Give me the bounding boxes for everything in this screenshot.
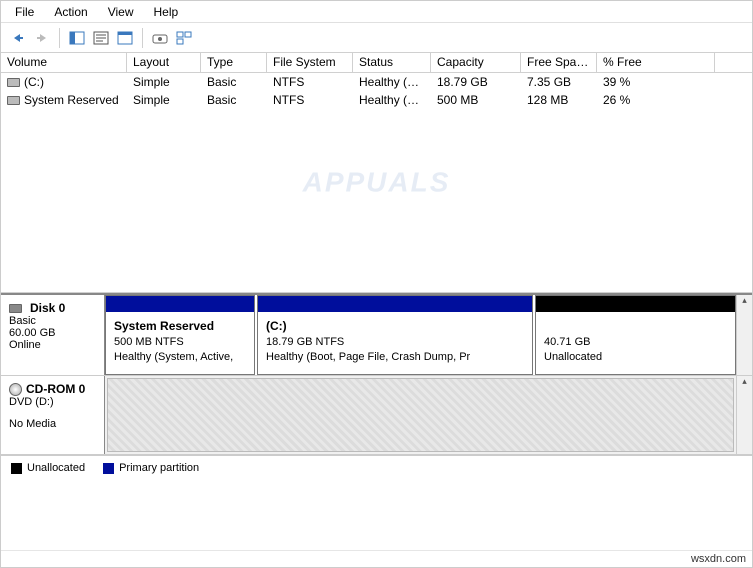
volume-list: Volume Layout Type File System Status Ca… [1, 53, 752, 293]
status-text: wsxdn.com [691, 553, 746, 565]
cell-layout: Simple [127, 91, 201, 109]
partition-color-bar [536, 296, 735, 312]
cdrom-state: No Media [9, 418, 96, 430]
forward-button[interactable] [31, 27, 53, 49]
cell-type: Basic [201, 91, 267, 109]
column-pctfree[interactable]: % Free [597, 53, 715, 72]
cdrom-icon [9, 383, 22, 396]
toolbar-separator [59, 28, 60, 48]
cell-status: Healthy (S… [353, 91, 431, 109]
partition-unallocated[interactable]: 40.71 GB Unallocated [535, 295, 736, 375]
menu-action[interactable]: Action [44, 3, 97, 21]
column-layout[interactable]: Layout [127, 53, 201, 72]
disk-graphic-pane: Disk 0 Basic 60.00 GB Online System Rese… [1, 293, 752, 455]
partition-color-bar [258, 296, 532, 312]
cell-fs: NTFS [267, 73, 353, 91]
partition-size: 40.71 GB [544, 336, 590, 348]
column-capacity[interactable]: Capacity [431, 53, 521, 72]
cdrom-title: CD-ROM 0 [26, 382, 85, 396]
partition-c[interactable]: (C:) 18.79 GB NTFS Healthy (Boot, Page F… [257, 295, 533, 375]
disk-type: Basic [9, 315, 96, 327]
volume-list-header: Volume Layout Type File System Status Ca… [1, 53, 752, 73]
cdrom-drive: DVD (D:) [9, 396, 96, 408]
column-filesystem[interactable]: File System [267, 53, 353, 72]
cell-type: Basic [201, 73, 267, 91]
properties-button[interactable] [90, 27, 112, 49]
swatch-primary [103, 463, 114, 474]
partition-system-reserved[interactable]: System Reserved 500 MB NTFS Healthy (Sys… [105, 295, 255, 375]
disk-title: Disk 0 [30, 301, 65, 315]
partition-status: Healthy (System, Active, [114, 351, 233, 363]
menubar: File Action View Help [1, 1, 752, 23]
volume-row[interactable]: System Reserved Simple Basic NTFS Health… [1, 91, 752, 109]
volume-name: System Reserved [24, 93, 119, 107]
drive-icon [7, 96, 20, 105]
partition-area: System Reserved 500 MB NTFS Healthy (Sys… [105, 295, 736, 375]
drive-icon [7, 78, 20, 87]
volume-row[interactable]: (C:) Simple Basic NTFS Healthy (B… 18.79… [1, 73, 752, 91]
cell-capacity: 500 MB [431, 91, 521, 109]
vertical-scrollbar[interactable] [736, 376, 752, 454]
column-freespace[interactable]: Free Spa… [521, 53, 597, 72]
disk-size: 60.00 GB [9, 327, 96, 339]
cdrom-row: CD-ROM 0 DVD (D:) No Media [1, 376, 752, 455]
cell-capacity: 18.79 GB [431, 73, 521, 91]
partition-color-bar [106, 296, 254, 312]
disk-icon [9, 304, 22, 313]
vertical-scrollbar[interactable] [736, 295, 752, 375]
partition-name: System Reserved [114, 319, 214, 333]
view-settings-button[interactable] [173, 27, 195, 49]
menu-view[interactable]: View [98, 3, 144, 21]
toolbar [1, 23, 752, 53]
partition-size: 18.79 GB NTFS [266, 336, 344, 348]
partition-status: Unallocated [544, 351, 602, 363]
volume-name: (C:) [24, 75, 44, 89]
legend-primary: Primary partition [119, 462, 199, 474]
menu-file[interactable]: File [5, 3, 44, 21]
column-volume[interactable]: Volume [1, 53, 127, 72]
partition-size: 500 MB NTFS [114, 336, 184, 348]
disk-row: Disk 0 Basic 60.00 GB Online System Rese… [1, 295, 752, 376]
disk-info[interactable]: Disk 0 Basic 60.00 GB Online [1, 295, 105, 375]
swatch-unallocated [11, 463, 22, 474]
legend: Unallocated Primary partition [1, 455, 752, 480]
cell-pct: 39 % [597, 73, 715, 91]
cdrom-info[interactable]: CD-ROM 0 DVD (D:) No Media [1, 376, 105, 454]
statusbar: wsxdn.com [1, 550, 752, 567]
cell-status: Healthy (B… [353, 73, 431, 91]
cell-free: 7.35 GB [521, 73, 597, 91]
cdrom-empty-region [107, 378, 734, 452]
refresh-button[interactable] [149, 27, 171, 49]
watermark: APPUALS [303, 166, 451, 198]
disk-state: Online [9, 339, 96, 351]
back-button[interactable] [7, 27, 29, 49]
cdrom-area [105, 376, 736, 454]
partition-status: Healthy (Boot, Page File, Crash Dump, Pr [266, 351, 470, 363]
partition-name: (C:) [266, 319, 287, 333]
cell-layout: Simple [127, 73, 201, 91]
cell-pct: 26 % [597, 91, 715, 109]
column-type[interactable]: Type [201, 53, 267, 72]
cell-fs: NTFS [267, 91, 353, 109]
toolbar-separator [142, 28, 143, 48]
show-hide-console-tree-button[interactable] [66, 27, 88, 49]
help-button[interactable] [114, 27, 136, 49]
cell-free: 128 MB [521, 91, 597, 109]
column-status[interactable]: Status [353, 53, 431, 72]
menu-help[interactable]: Help [144, 3, 189, 21]
legend-unallocated: Unallocated [27, 462, 85, 474]
